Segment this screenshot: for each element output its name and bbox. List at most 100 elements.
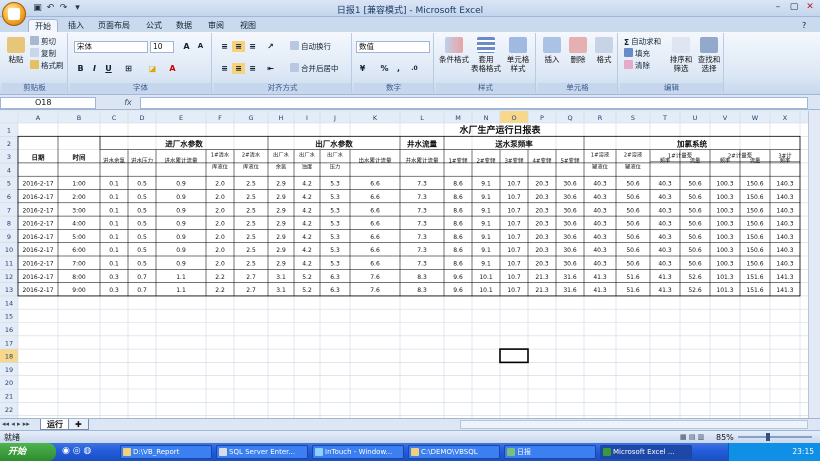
help-icon[interactable]: ? [800,19,808,32]
start-button[interactable]: 开始 [0,443,56,461]
tab-page-layout[interactable]: 页面布局 [92,19,136,32]
worksheet-grid[interactable]: A B C D E F G H I J K L M N O P Q R S T U V W X 1 2 3 4 5 6 7 8 9 10 11 12 1… [0,111,820,418]
tab-review[interactable]: 审阅 [202,19,230,32]
percent-button[interactable]: % [378,63,391,74]
font-color-icon[interactable]: A [166,63,179,74]
vertical-scrollbar[interactable] [808,111,820,418]
row-header-12: 12 [5,273,13,281]
cell-o10: 10.7 [507,247,521,254]
grow-font-icon[interactable]: A [180,41,193,52]
align-center-icon[interactable]: ≡ [232,63,245,74]
fill-button[interactable]: 填充 [624,48,650,59]
conditional-format-button[interactable]: 条件格式 [438,37,470,64]
task-vb-report[interactable]: D:\VB_Report [120,445,212,459]
copy-button[interactable]: 复制 [30,48,56,59]
zoom-slider[interactable] [738,436,812,438]
cell-f12: 2.2 [215,274,225,281]
name-box[interactable]: O18 [0,97,96,109]
cell-h6: 2.9 [276,194,286,201]
chlorine-sub-3: 流量 [750,156,761,164]
row-header-18: 18 [5,353,13,361]
autosum-button[interactable]: Σ 自动求和 [624,36,661,47]
function-icon[interactable]: fx [118,97,138,109]
bold-button[interactable]: B [74,63,87,74]
underline-button[interactable]: U [102,63,115,74]
horizontal-scrollbar[interactable] [460,420,808,429]
align-left-icon[interactable]: ≡ [218,63,231,74]
formula-input[interactable] [140,97,808,109]
paste-button[interactable]: 粘贴 [6,37,26,64]
cell-f6: 2.0 [215,194,225,201]
orientation-icon[interactable]: ↗ [264,41,277,52]
tab-data[interactable]: 数据 [170,19,198,32]
indent-icon[interactable]: ⇤ [264,63,277,74]
align-right-icon[interactable]: ≡ [246,63,259,74]
tab-view[interactable]: 视图 [234,19,262,32]
comma-button[interactable]: , [392,63,405,74]
border-icon[interactable]: ⊞ [122,63,135,74]
minimize-icon[interactable]: – [770,1,786,14]
cell-u10: 50.6 [688,247,702,254]
alignment-group: ≡ ≡ ≡ ↗ 自动换行 ≡ ≡ ≡ ⇤ 合并后居中 对齐方式 [214,33,352,93]
tab-formulas[interactable]: 公式 [140,19,168,32]
align-top-icon[interactable]: ≡ [218,41,231,52]
view-mode-icon[interactable]: ▦ ▤ ▥ [680,433,710,442]
cell-u7: 50.6 [688,207,702,214]
brush-icon [30,60,39,69]
spreadsheet-canvas[interactable]: A B C D E F G H I J K L M N O P Q R S T U V W X1234567891011121… [0,111,808,418]
selected-cell[interactable] [499,348,529,364]
task-sql-server[interactable]: SQL Server Enter... [216,445,308,459]
cell-c13: 0.3 [109,287,119,294]
cell-g13: 2.7 [246,287,256,294]
cell-styles-button[interactable]: 单元格 样式 [502,37,534,73]
cell-p5: 20.3 [535,181,549,188]
insert-cells-button[interactable]: 插入 [540,37,564,64]
cell-o9: 10.7 [507,234,521,241]
align-bottom-icon[interactable]: ≡ [246,41,259,52]
delete-cells-button[interactable]: 删除 [566,37,590,64]
clear-button[interactable]: 清除 [624,60,650,71]
increase-decimal-icon[interactable]: .0 [408,63,421,74]
row-header-3: 3 [7,153,11,161]
tab-insert[interactable]: 插入 [62,19,90,32]
close-icon[interactable]: ✕ [802,1,818,14]
cell-v10: 100.3 [716,247,733,254]
sort-filter-button[interactable]: 排序和 筛选 [668,37,694,73]
format-painter-button[interactable]: 格式刷 [30,60,64,71]
wrap-text-button[interactable]: 自动换行 [290,41,331,52]
sheet-tab-bar: ◂◂ ◂ ▸ ▸▸ 运行 ✚ [0,418,820,430]
cell-v12: 101.3 [716,274,733,281]
shrink-font-icon[interactable]: A [194,41,207,52]
sheet-nav-icon[interactable]: ◂◂ ◂ ▸ ▸▸ [2,419,30,430]
office-button[interactable] [2,2,26,26]
quick-launch-icons[interactable]: ◉ ◎ ◍ [62,446,91,456]
sub-header-6: 2#清水 [242,151,261,159]
sheet-tab-run[interactable]: 运行 [40,419,70,430]
font-size-select[interactable]: 10 [150,41,174,53]
tab-home[interactable]: 开始 [28,19,58,32]
merge-center-button[interactable]: 合并后居中 [290,63,339,74]
cell-w8: 150.6 [746,221,763,228]
number-format-select[interactable]: 数值 [356,41,430,53]
new-sheet-icon[interactable]: ✚ [68,419,89,430]
find-select-button[interactable]: 查找和 选择 [696,37,722,73]
task-excel[interactable]: Microsoft Excel ... [600,445,692,459]
task-intouch[interactable]: InTouch - Window... [312,445,404,459]
row-header-17: 17 [5,339,13,347]
italic-button[interactable]: I [88,63,101,74]
currency-icon[interactable]: ¥ [356,63,369,74]
font-name-select[interactable]: 宋体 [74,41,148,53]
format-as-table-button[interactable]: 套用 表格格式 [470,37,502,73]
cell-b6: 2:00 [72,194,86,201]
task-daily-report[interactable]: 日报 [504,445,596,459]
format-cells-button[interactable]: 格式 [592,37,616,64]
cut-button[interactable]: 剪切 [30,36,56,47]
task-demo-folder[interactable]: C:\DEMO\VBSQL [408,445,500,459]
cell-t6: 40.3 [658,194,672,201]
cell-t12: 41.3 [658,274,672,281]
align-middle-icon[interactable]: ≡ [232,41,245,52]
fill-color-icon[interactable]: ◪ [146,63,159,74]
zoom-slider-thumb[interactable] [766,433,770,441]
status-ready: 就绪 [4,433,20,442]
maximize-icon[interactable]: ▢ [786,1,802,14]
